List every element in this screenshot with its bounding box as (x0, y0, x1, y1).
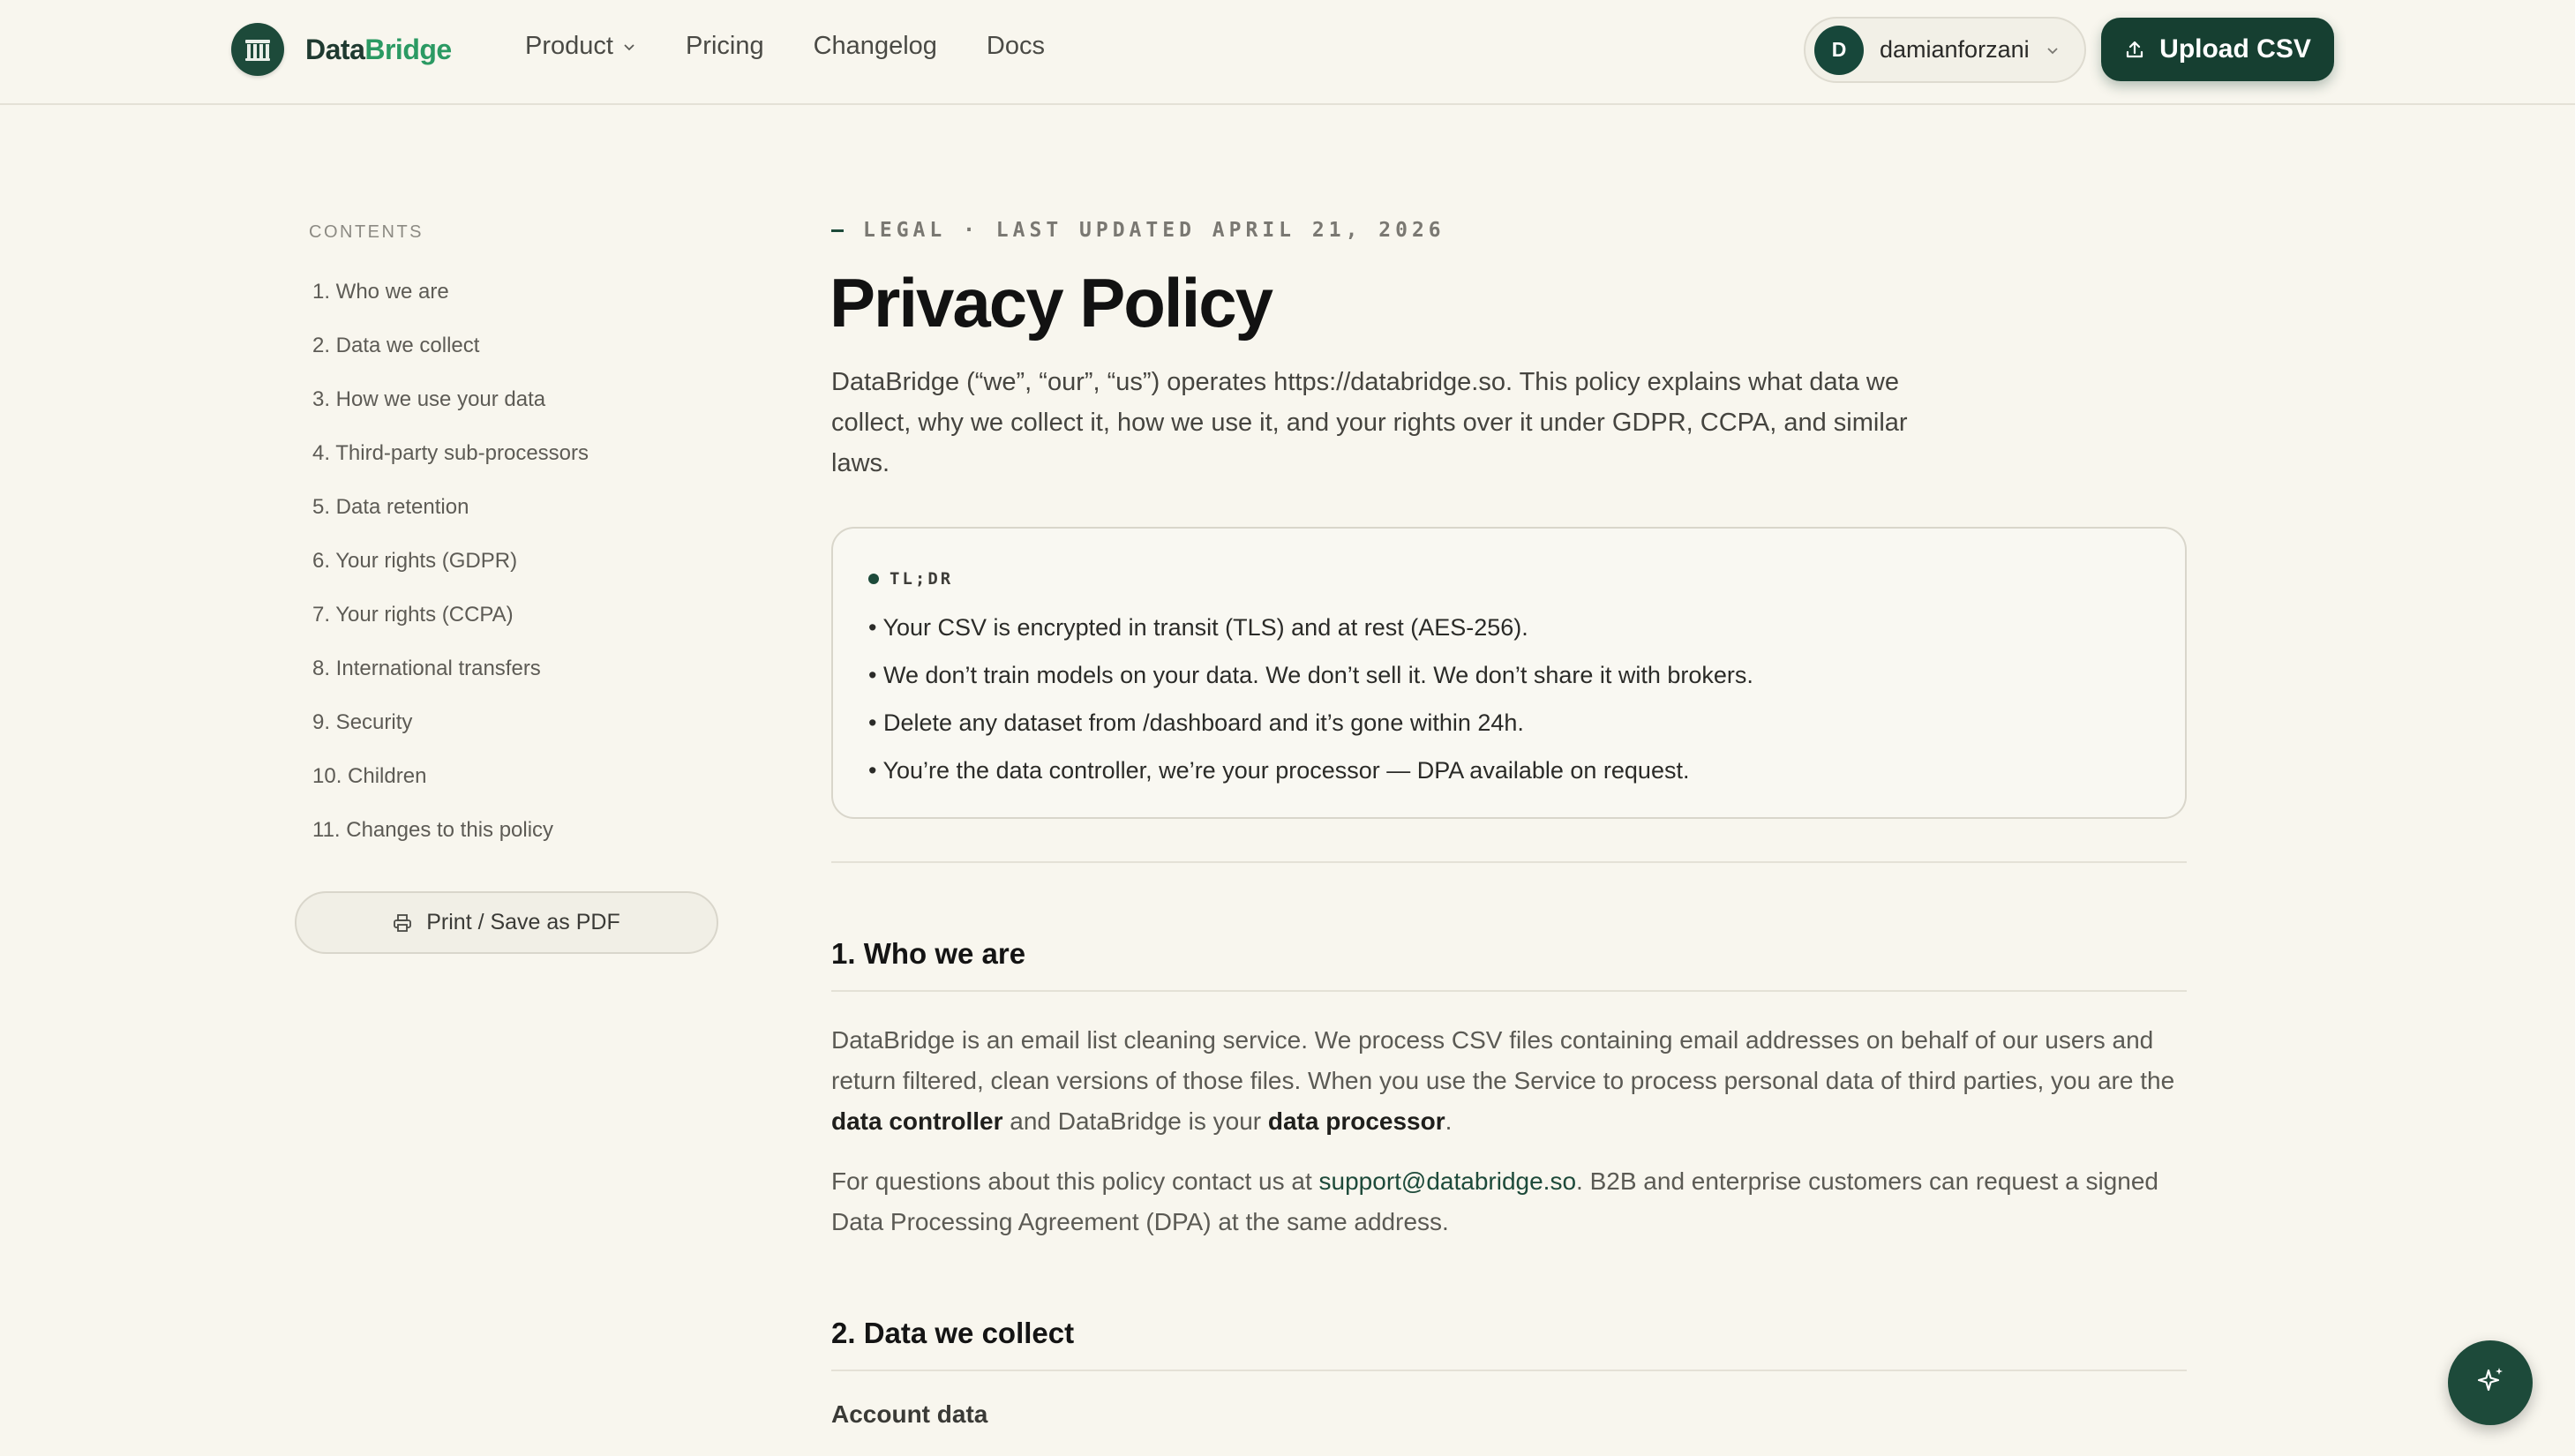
sparkle-icon (2473, 1363, 2508, 1403)
tldr-label: TL;DR (868, 569, 953, 589)
table-of-contents: 1. Who we are 2. Data we collect 3. How … (312, 276, 589, 868)
nav-product[interactable]: Product (525, 32, 636, 61)
toc-item-who-we-are[interactable]: 1. Who we are (312, 276, 589, 330)
nav-pricing[interactable]: Pricing (686, 32, 764, 61)
tldr-list: • Your CSV is encrypted in transit (TLS)… (868, 612, 1753, 802)
nav-changelog[interactable]: Changelog (814, 32, 937, 61)
toc-item-international-transfers[interactable]: 8. International transfers (312, 653, 589, 707)
list-item: • We don’t train models on your data. We… (868, 662, 1753, 688)
page-eyebrow: LEGAL · LAST UPDATED APRIL 21, 2026 (831, 219, 1445, 242)
toc-item-data-we-collect[interactable]: 2. Data we collect (312, 330, 589, 384)
page-title: Privacy Policy (830, 264, 1273, 341)
divider (831, 861, 2187, 863)
toc-item-children[interactable]: 10. Children (312, 761, 589, 814)
eyebrow-text: LEGAL · LAST UPDATED APRIL 21, 2026 (863, 219, 1445, 242)
list-item: • Your CSV is encrypted in transit (TLS)… (868, 614, 1528, 641)
intro-paragraph: DataBridge (“we”, “our”, “us”) operates … (831, 368, 1908, 477)
upload-icon (2124, 39, 2145, 60)
support-email-link[interactable]: support@databridge.so (1319, 1167, 1577, 1195)
top-header: DataBridge Product Pricing Changelog Doc… (0, 0, 2575, 105)
nav-product-label: Product (525, 32, 613, 60)
toc-title: CONTENTS (309, 222, 424, 242)
text-span: and DataBridge is your (1002, 1107, 1268, 1135)
assistant-fab-button[interactable] (2448, 1340, 2533, 1425)
main-nav: Product Pricing Changelog Docs (525, 32, 1094, 61)
printer-icon (393, 913, 412, 933)
dot-icon (868, 574, 879, 584)
text-span: DataBridge is an email list cleaning ser… (831, 1026, 2175, 1094)
list-item: • You’re the data controller, we’re your… (868, 757, 1690, 784)
bridge-logo-icon (231, 23, 284, 76)
nav-docs[interactable]: Docs (987, 32, 1045, 61)
text-span: For questions about this policy contact … (831, 1167, 1319, 1195)
section-heading-who-we-are: 1. Who we are (831, 937, 1026, 970)
toc-item-changes[interactable]: 11. Changes to this policy (312, 814, 589, 868)
upload-csv-button[interactable]: Upload CSV (2101, 18, 2334, 81)
upload-csv-label: Upload CSV (2159, 34, 2311, 64)
subheading-account-data: Account data (831, 1400, 988, 1428)
print-pdf-label: Print / Save as PDF (426, 910, 620, 934)
eyebrow-dash (831, 229, 844, 232)
print-pdf-button[interactable]: Print / Save as PDF (295, 891, 718, 954)
section-heading-data-we-collect: 2. Data we collect (831, 1317, 1075, 1349)
toc-item-data-retention[interactable]: 5. Data retention (312, 492, 589, 545)
divider (831, 990, 2187, 992)
avatar: D (1814, 25, 1864, 75)
username: damianforzani (1880, 36, 2030, 63)
toc-item-security[interactable]: 9. Security (312, 707, 589, 761)
brand-name-part1: Data (305, 33, 365, 65)
brand-name-part2: Bridge (364, 33, 452, 65)
data-processor-term: data processor (1267, 1107, 1445, 1135)
divider (831, 1370, 2187, 1371)
tldr-label-text: TL;DR (890, 569, 954, 589)
chevron-down-icon (622, 40, 636, 54)
brand-logo[interactable]: DataBridge (231, 23, 452, 76)
brand-name: DataBridge (305, 34, 452, 66)
toc-item-how-we-use[interactable]: 3. How we use your data (312, 384, 589, 438)
chevron-down-icon (2046, 43, 2060, 57)
text-span: . (1445, 1107, 1453, 1135)
toc-item-rights-gdpr[interactable]: 6. Your rights (GDPR) (312, 545, 589, 599)
data-controller-term: data controller (831, 1107, 1003, 1135)
user-menu-button[interactable]: D damianforzani (1804, 17, 2086, 83)
section1-paragraph2: For questions about this policy contact … (831, 1161, 2190, 1242)
section1-paragraph1: DataBridge is an email list cleaning ser… (831, 1020, 2190, 1142)
tldr-box: TL;DR • Your CSV is encrypted in transit… (831, 527, 2187, 819)
toc-item-rights-ccpa[interactable]: 7. Your rights (CCPA) (312, 599, 589, 653)
list-item: • Delete any dataset from /dashboard and… (868, 709, 1524, 736)
toc-item-sub-processors[interactable]: 4. Third-party sub-processors (312, 438, 589, 492)
